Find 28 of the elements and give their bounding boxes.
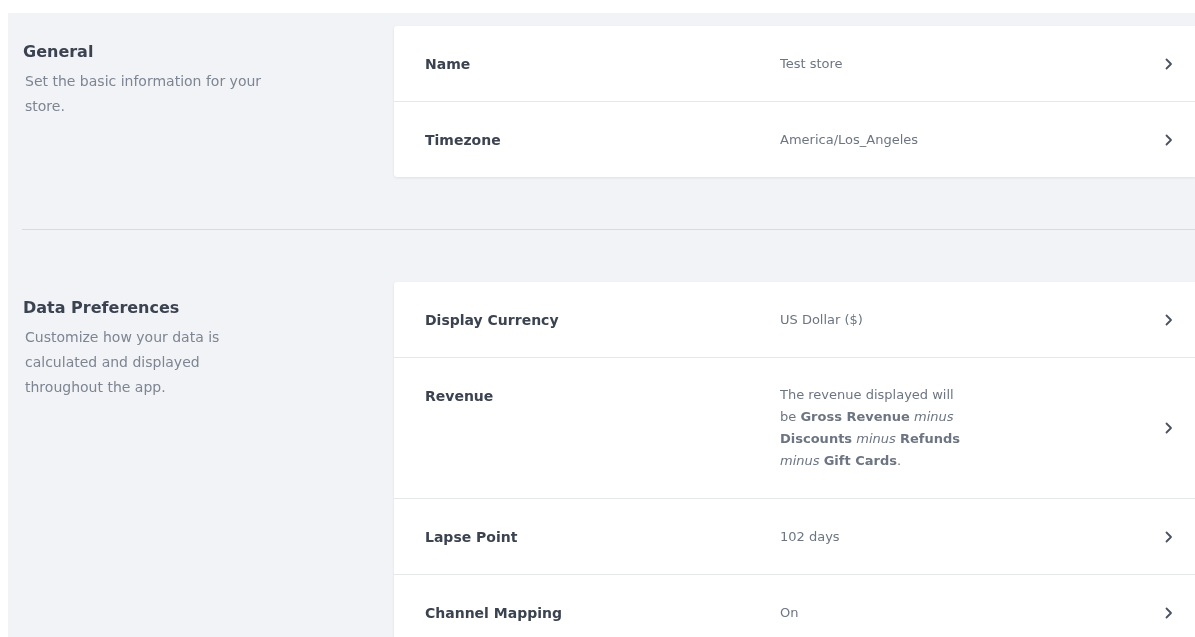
chevron-right-icon: [1165, 133, 1173, 146]
setting-label: Channel Mapping: [425, 604, 563, 621]
setting-value: US Dollar ($): [780, 310, 864, 329]
setting-value: On: [780, 603, 800, 622]
setting-value: America/Los_Angeles: [780, 130, 919, 149]
settings-row[interactable]: Timezone America/Los_Angeles: [394, 101, 1195, 177]
section-title: Data Preferences: [23, 298, 181, 317]
chevron-right-icon: [1165, 606, 1173, 619]
setting-label: Name: [425, 55, 472, 72]
chevron-right-icon: [1165, 530, 1173, 543]
settings-row[interactable]: Channel Mapping On: [394, 574, 1195, 637]
settings-row[interactable]: Revenue The revenue displayed will be Gross Revenue minus Discounts minus Refunds minus Gift Cards.: [394, 357, 1195, 498]
setting-label: Display Currency: [425, 311, 560, 328]
setting-label: Lapse Point: [425, 528, 519, 545]
settings-row[interactable]: Name Test store: [394, 26, 1195, 101]
section-description: Set the basic information for your store.: [24, 72, 263, 116]
setting-value: 102 days: [780, 527, 841, 546]
settings-row[interactable]: Lapse Point 102 days: [394, 498, 1195, 574]
settings-row[interactable]: Display Currency US Dollar ($): [394, 282, 1195, 357]
section-description: Customize how your data is calculated and displayed throughout the app.: [24, 328, 221, 397]
setting-value: The revenue displayed will be Gross Revenue minus Discounts minus Refunds minus Gift Cards.: [780, 386, 961, 470]
chevron-right-icon: [1165, 422, 1173, 434]
chevron-right-icon: [1165, 57, 1173, 70]
section-title: General: [23, 42, 95, 61]
chevron-right-icon: [1165, 313, 1173, 326]
setting-label: Timezone: [425, 131, 502, 148]
setting-label: Revenue: [425, 387, 495, 404]
setting-value: Test store: [780, 54, 844, 73]
